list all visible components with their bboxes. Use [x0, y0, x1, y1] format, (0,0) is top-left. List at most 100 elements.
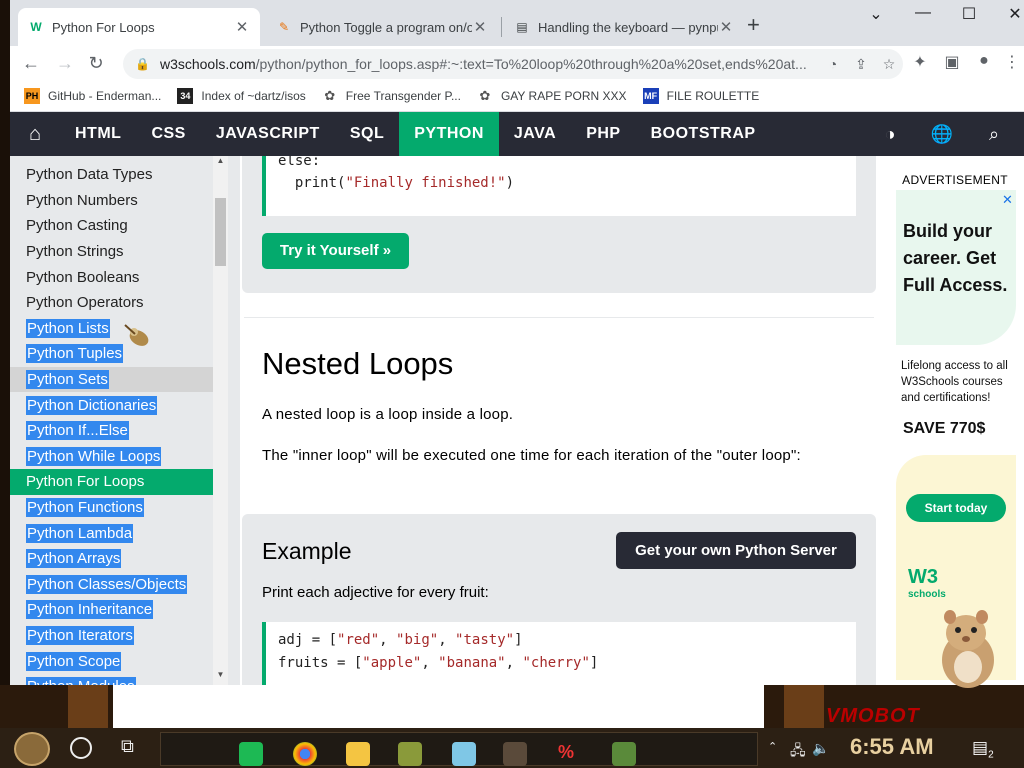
flower-bookmark-icon: ✿	[479, 87, 491, 103]
bookmark-index-dartz[interactable]: 34 Index of ~dartz/isos	[177, 87, 306, 104]
extensions-puzzle-icon[interactable]: ✦	[908, 52, 932, 72]
globe-icon[interactable]: 🌐	[922, 112, 962, 156]
bookmark-free-transgender[interactable]: ✿ Free Transgender P...	[322, 88, 461, 104]
url-text[interactable]: w3schools.com/python/python_for_loops.as…	[160, 56, 819, 72]
sidebar-item[interactable]: Python Numbers	[10, 188, 240, 214]
share-icon[interactable]: ⇪	[847, 56, 875, 73]
chrome-app-icon[interactable]	[293, 742, 317, 766]
address-bar[interactable]: 🔒 w3schools.com/python/python_for_loops.…	[123, 49, 903, 79]
sidebar-item[interactable]: Python Modules	[10, 674, 240, 685]
network-icon[interactable]: 🖧	[790, 740, 806, 764]
sidebar-item[interactable]: Python Casting	[10, 213, 240, 239]
sidebar-scrollbar[interactable]: ▲ ▼	[213, 156, 228, 685]
close-tab-icon[interactable]: ✕	[472, 18, 488, 36]
bookmarks-bar: PH GitHub - Enderman... 34 Index of ~dar…	[10, 80, 1024, 112]
scrollbar-thumb[interactable]	[215, 198, 226, 266]
flower-bookmark-icon: ✿	[324, 87, 336, 103]
sidebar-item[interactable]: Python If...Else	[10, 418, 240, 444]
sidebar-item[interactable]: Python For Loops	[10, 469, 213, 495]
sidebar-item[interactable]: Python Inheritance	[10, 597, 240, 623]
bookmark-github-enderman[interactable]: PH GitHub - Enderman...	[24, 87, 161, 104]
reload-icon[interactable]: ↻	[83, 50, 109, 76]
ad-close-icon[interactable]: ✕	[1002, 192, 1013, 208]
scroll-down-arrow-icon[interactable]: ▼	[213, 670, 228, 679]
sidebar-item[interactable]: Python Lambda	[10, 520, 240, 546]
sidebar-item[interactable]: Python Functions	[10, 495, 240, 521]
menu-kebab-icon[interactable]: ⋮	[1000, 52, 1024, 72]
sidebar-item[interactable]: Python Booleans	[10, 264, 240, 290]
side-panel-icon[interactable]: ▣	[940, 52, 964, 72]
nav-css[interactable]: CSS	[136, 112, 200, 156]
taskbar: ⧉ % ⌃ 🖧 🔈 6:55 AM ▤2	[0, 728, 1024, 768]
maximize-icon[interactable]: ☐	[946, 4, 992, 24]
nav-javascript[interactable]: JAVASCRIPT	[201, 112, 335, 156]
search-icon[interactable]: ⌕	[974, 112, 1014, 156]
sidebar-item-label: Python If...Else	[26, 421, 129, 441]
tab-separator	[501, 17, 502, 37]
get-python-server-button[interactable]: Get your own Python Server	[616, 532, 856, 569]
back-arrow-icon[interactable]: ←	[18, 50, 44, 76]
performance-gauge-icon[interactable]: ◔	[819, 56, 847, 72]
game-app-icon[interactable]	[398, 742, 422, 766]
sidebar-item[interactable]: Python Data Types	[10, 162, 240, 188]
bookmark-gay-rape-porn[interactable]: ✿ GAY RAPE PORN XXX	[477, 88, 627, 104]
dark-mode-toggle-icon[interactable]: ◑	[870, 112, 910, 156]
sidebar-item[interactable]: Python While Loops	[10, 444, 240, 470]
sidebar-item-label: Python Operators	[26, 294, 144, 312]
minimize-icon[interactable]: —	[900, 4, 946, 22]
file-explorer-icon[interactable]	[346, 742, 370, 766]
tab-python-for-loops[interactable]: W Python For Loops ✕	[18, 8, 260, 46]
close-tab-icon[interactable]: ✕	[234, 18, 250, 36]
close-window-icon[interactable]: ✕	[992, 4, 1024, 24]
volume-icon[interactable]: 🔈	[812, 740, 829, 757]
glass-app-icon[interactable]	[452, 742, 476, 766]
scroll-up-arrow-icon[interactable]: ▲	[213, 156, 228, 165]
task-view-icon[interactable]: ⧉	[121, 736, 134, 757]
nav-sql[interactable]: SQL	[335, 112, 399, 156]
ad-start-today-button[interactable]: Start today	[906, 494, 1006, 522]
profile-avatar-icon[interactable]: ●	[972, 52, 996, 70]
cortana-circle-icon[interactable]	[70, 737, 92, 759]
code-block-previous: else: print("Finally finished!")	[262, 156, 856, 216]
nav-python[interactable]: PYTHON	[399, 112, 499, 156]
close-tab-icon[interactable]: ✕	[718, 18, 734, 36]
nav-bootstrap[interactable]: BOOTSTRAP	[636, 112, 771, 156]
lock-icon[interactable]: 🔒	[135, 57, 150, 71]
forward-arrow-icon[interactable]: →	[52, 50, 78, 76]
home-icon[interactable]: ⌂	[10, 123, 60, 146]
notification-center-icon[interactable]: ▤2	[972, 738, 994, 760]
sidebar-item[interactable]: Python Strings	[10, 239, 240, 265]
taskbar-apps: %	[160, 732, 758, 766]
sidebar-item[interactable]: Python Dictionaries	[10, 392, 240, 418]
bookmark-file-roulette[interactable]: MF FILE ROULETTE	[642, 87, 759, 104]
minecraft-app-icon[interactable]	[612, 742, 636, 766]
tab-python-toggle[interactable]: ✎ Python Toggle a program on/off ✕	[266, 8, 498, 46]
sidebar-item-label: Python Lists	[26, 318, 110, 338]
nav-java[interactable]: JAVA	[499, 112, 571, 156]
sidebar-item[interactable]: Python Operators	[10, 290, 240, 316]
browser-window: W Python For Loops ✕ ✎ Python Toggle a p…	[10, 0, 1024, 685]
new-tab-plus-icon[interactable]: +	[747, 12, 760, 38]
tab-pynput-keyboard[interactable]: ▤ Handling the keyboard — pynput ✕	[504, 8, 744, 46]
sheets-app-icon[interactable]	[239, 742, 263, 766]
sidebar-item-label: Python Classes/Objects	[26, 574, 188, 594]
sidebar-item[interactable]: Python Arrays	[10, 546, 240, 572]
nav-html[interactable]: HTML	[60, 112, 136, 156]
tab-search-chevron-icon[interactable]: ⌄	[853, 4, 899, 24]
nav-php[interactable]: PHP	[571, 112, 635, 156]
browser-toolbar: ← → ↻ 🔒 w3schools.com/python/python_for_…	[10, 46, 1024, 80]
try-it-yourself-button[interactable]: Try it Yourself »	[262, 233, 409, 269]
sidebar-item[interactable]: Python Scope	[10, 648, 240, 674]
tray-chevron-icon[interactable]: ⌃	[768, 740, 777, 753]
sidebar-item[interactable]: Python Iterators	[10, 623, 240, 649]
desktop-background: VMOBOT	[0, 685, 1024, 728]
clock[interactable]: 6:55 AM	[850, 734, 934, 760]
ad-subtext: Lifelong access to all W3Schools courses…	[901, 360, 1008, 404]
media-app-icon[interactable]	[503, 742, 527, 766]
sidebar-item[interactable]: Python Classes/Objects	[10, 572, 240, 598]
sidebar-item[interactable]: Python Sets	[10, 366, 213, 393]
start-button[interactable]	[14, 732, 50, 766]
bookmark-label: GAY RAPE PORN XXX	[500, 88, 627, 103]
bookmark-star-icon[interactable]: ☆	[875, 56, 903, 73]
hex-app-icon[interactable]: %	[558, 742, 582, 766]
